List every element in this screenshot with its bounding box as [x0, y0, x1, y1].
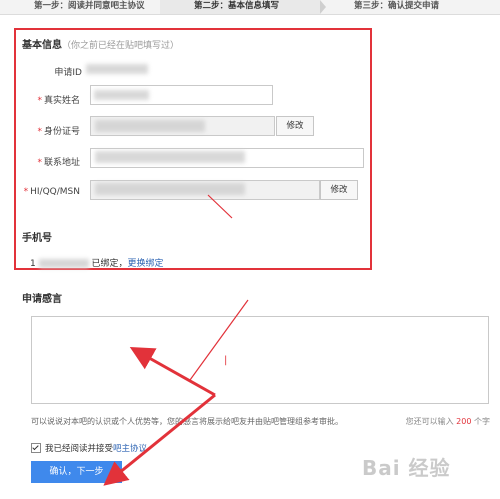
apply-id-value-redacted	[86, 64, 148, 74]
im-label: * HI/QQ/MSN	[23, 187, 80, 197]
agreement-row: 我已经阅读并接受 吧主协议	[31, 442, 147, 454]
id-card-value-redacted	[95, 120, 205, 132]
step-3: 第三步：确认提交申请	[354, 1, 440, 11]
phone-prefix: 1	[30, 259, 36, 269]
submit-button[interactable]: 确认，下一步	[31, 461, 122, 483]
phone-title: 手机号	[22, 233, 52, 244]
step-1: 第一步：阅读并同意吧主协议	[34, 1, 145, 11]
apply-words-textarea[interactable]: |	[31, 316, 489, 404]
counter-value: 200	[456, 417, 472, 426]
address-value-redacted	[95, 151, 245, 163]
im-edit-button[interactable]: 修改	[320, 180, 358, 200]
step-2: 第二步：基本信息填写	[160, 0, 320, 14]
apply-id-label: 申请ID	[54, 68, 82, 78]
phone-status: 已绑定，	[91, 259, 128, 269]
agreement-checkbox[interactable]	[31, 443, 41, 453]
apply-words-title: 申请感言	[22, 294, 62, 305]
arrow-to-submit-icon	[103, 393, 216, 486]
step-bar: 第一步：阅读并同意吧主协议 第二步：基本信息填写 第三步：确认提交申请	[0, 0, 500, 15]
basic-info-heading: 基本信息	[22, 40, 62, 51]
agreement-label: 我已经阅读并接受	[45, 444, 114, 454]
phone-number-redacted	[38, 259, 89, 268]
real-name-value-redacted	[94, 90, 149, 100]
address-label: * 联系地址	[37, 158, 80, 168]
counter-suffix: 个字	[474, 417, 490, 426]
id-card-label: * 身份证号	[37, 127, 80, 137]
basic-info-title: 基本信息（你之前已经在贴吧填写过）	[22, 36, 179, 51]
id-card-label-text: 身份证号	[43, 127, 80, 137]
basic-info-hint: （你之前已经在贴吧填写过）	[62, 41, 180, 51]
im-label-text: HI/QQ/MSN	[30, 187, 80, 197]
address-label-text: 联系地址	[43, 158, 80, 168]
counter-prefix: 您还可以输入	[405, 417, 454, 426]
im-value-redacted	[95, 183, 245, 195]
id-card-edit-button[interactable]: 修改	[276, 116, 314, 136]
apply-words-footnote: 可以说说对本吧的认识或个人优势等，您的感言将展示给吧友并由贴吧管理组参考审批。	[31, 417, 343, 426]
watermark: Bai 经验	[362, 456, 451, 480]
agreement-link[interactable]: 吧主协议	[113, 442, 147, 454]
char-counter: 您还可以输入 200 个字	[406, 416, 490, 427]
text-cursor: |	[224, 355, 228, 366]
phone-row: 1 已绑定，更换绑定	[30, 256, 164, 269]
change-binding-link[interactable]: 更换绑定	[128, 259, 164, 269]
real-name-label: * 真实姓名	[37, 96, 80, 106]
real-name-label-text: 真实姓名	[43, 96, 80, 106]
